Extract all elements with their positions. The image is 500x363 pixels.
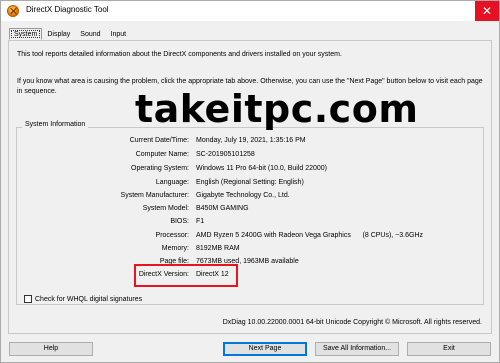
info-value: Monday, July 19, 2021, 1:35:16 PM — [196, 137, 306, 144]
info-row-operating-system: Operating System: Windows 11 Pro 64-bit … — [21, 165, 481, 176]
dxdiag-window: DirectX Diagnostic Tool ✕ System Display… — [0, 0, 500, 363]
info-label: Computer Name: — [135, 151, 189, 158]
info-row-model: System Model: B450M GAMING — [21, 205, 481, 216]
version-copyright-text: DxDiag 10.00.22000.0001 64-bit Unicode C… — [222, 319, 482, 326]
tab-system[interactable]: System — [9, 28, 43, 40]
directx-app-icon — [7, 5, 19, 17]
info-label: System Manufacturer: — [120, 192, 189, 199]
info-value: English (Regional Setting: English) — [196, 179, 304, 186]
system-information-label: System Information — [22, 121, 89, 128]
directx-version-highlight-box — [134, 264, 238, 287]
info-row-manufacturer: System Manufacturer: Gigabyte Technology… — [21, 192, 481, 203]
info-value: 8192MB RAM — [196, 245, 240, 252]
info-value: F1 — [196, 218, 205, 225]
info-label: Operating System: — [131, 165, 189, 172]
info-value: AMD Ryzen 5 2400G with Radeon Vega Graph… — [196, 232, 424, 239]
info-label: Language: — [155, 179, 189, 186]
intro-text: This tool reports detailed information a… — [17, 51, 342, 58]
info-value: B450M GAMING — [196, 205, 249, 212]
whql-checkbox-label[interactable]: Check for WHQL digital signatures — [35, 296, 142, 303]
info-row-memory: Memory: 8192MB RAM — [21, 245, 481, 256]
tab-input[interactable]: Input — [106, 28, 132, 40]
info-label: Processor: — [155, 232, 189, 239]
whql-checkbox-row[interactable]: Check for WHQL digital signatures — [24, 295, 142, 303]
tab-sound[interactable]: Sound — [75, 28, 105, 40]
window-title: DirectX Diagnostic Tool — [26, 5, 109, 14]
info-row-bios: BIOS: F1 — [21, 218, 481, 229]
info-value: SC-201905101258 — [196, 151, 255, 158]
next-page-button[interactable]: Next Page — [223, 342, 307, 356]
exit-button[interactable]: Exit — [407, 342, 491, 356]
tab-display[interactable]: Display — [42, 28, 75, 40]
info-label: Current Date/Time: — [129, 137, 189, 144]
info-label: BIOS: — [170, 218, 189, 225]
info-value: Gigabyte Technology Co., Ltd. — [196, 192, 290, 199]
info-row-page-file: Page file: 7673MB used, 1963MB available — [21, 258, 481, 269]
info-row-processor: Processor: AMD Ryzen 5 2400G with Radeon… — [21, 232, 481, 243]
whql-checkbox[interactable] — [24, 295, 32, 303]
info-label: System Model: — [142, 205, 189, 212]
close-button[interactable]: ✕ — [475, 1, 499, 21]
save-all-information-button[interactable]: Save All Information... — [315, 342, 399, 356]
info-row-computer-name: Computer Name: SC-201905101258 — [21, 151, 481, 162]
info-label: Memory: — [161, 245, 189, 252]
help-button[interactable]: Help — [9, 342, 93, 356]
watermark-text: takeitpc.com — [135, 87, 419, 131]
info-row-datetime: Current Date/Time: Monday, July 19, 2021… — [21, 137, 481, 148]
title-bar: DirectX Diagnostic Tool ✕ — [1, 1, 499, 21]
info-row-language: Language: English (Regional Setting: Eng… — [21, 179, 481, 190]
info-row-directx-version: DirectX Version: DirectX 12 — [21, 271, 481, 282]
info-value: Windows 11 Pro 64-bit (10.0, Build 22000… — [196, 165, 327, 172]
